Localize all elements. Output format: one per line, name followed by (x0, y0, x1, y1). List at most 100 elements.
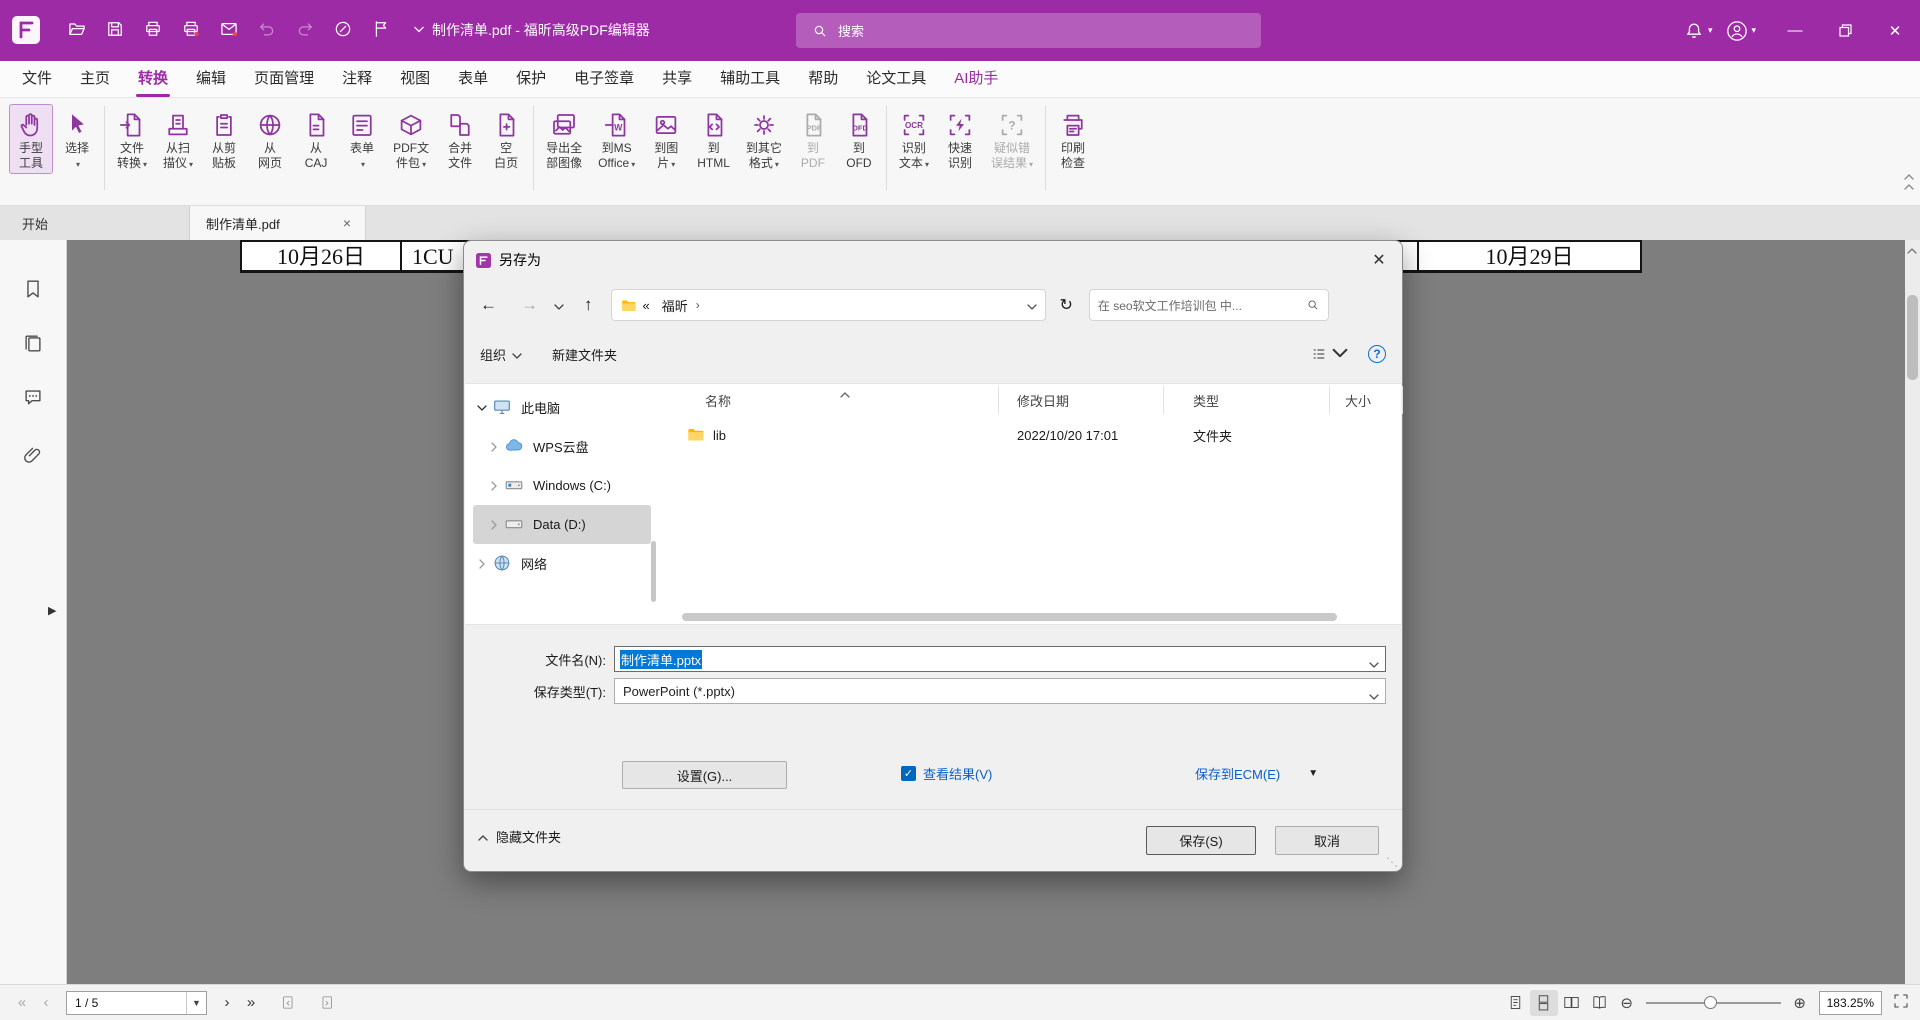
organize-button[interactable]: 组织 (480, 345, 522, 364)
bookmarks-panel-button[interactable] (0, 272, 66, 306)
fullscreen-button[interactable] (1892, 992, 1910, 1013)
ink-sign-button[interactable] (324, 13, 362, 48)
global-search-box[interactable]: 搜索 (796, 13, 1261, 48)
page-number-box[interactable]: 1 / 5 ▼ (66, 991, 207, 1015)
chevron-down-icon[interactable] (1369, 656, 1379, 671)
ribbon-export-all-images[interactable]: 导出全部图像 (539, 104, 589, 174)
menu-item-页面管理[interactable]: 页面管理 (240, 61, 328, 97)
menu-item-转换[interactable]: 转换 (124, 61, 182, 97)
ribbon-select-tool[interactable]: 选择▾ (55, 104, 99, 175)
zoom-out-button[interactable]: ⊖ (1614, 994, 1640, 1012)
filetype-select[interactable]: PowerPoint (*.pptx) (614, 678, 1386, 704)
file-row-lib[interactable]: lib2022/10/20 17:01文件夹 (662, 422, 1401, 449)
tree-item-windows-c[interactable]: Windows (C:) (473, 466, 651, 505)
pages-panel-button[interactable] (0, 326, 66, 360)
ribbon-to-ms-office[interactable]: W到MSOffice▾ (591, 104, 642, 175)
menu-item-保护[interactable]: 保护 (502, 61, 560, 97)
scrollbar-thumb[interactable] (1907, 295, 1918, 380)
menu-item-表单[interactable]: 表单 (444, 61, 502, 97)
ribbon-collapse-button[interactable] (1904, 174, 1914, 190)
single-page-view-button[interactable] (1502, 990, 1530, 1016)
menu-item-辅助工具[interactable]: 辅助工具 (706, 61, 794, 97)
menu-item-帮助[interactable]: 帮助 (794, 61, 852, 97)
ribbon-form[interactable]: 表单▾ (340, 104, 384, 175)
notifications-button[interactable]: ▾ (1683, 20, 1713, 42)
checkbox-checked-icon[interactable]: ✓ (901, 766, 916, 781)
save-button[interactable]: 保存(S) (1146, 826, 1256, 855)
zoom-in-button[interactable]: ⊕ (1787, 994, 1813, 1012)
dialog-close-button[interactable]: ✕ (1356, 241, 1402, 279)
menu-item-主页[interactable]: 主页 (66, 61, 124, 97)
forward-button[interactable]: → (521, 295, 538, 315)
tab-close-icon[interactable]: × (339, 215, 355, 231)
breadcrumb-folder[interactable]: 福昕 (662, 296, 688, 315)
new-folder-button[interactable]: 新建文件夹 (552, 345, 617, 364)
ribbon-from-clipboard[interactable]: 从剪贴板 (202, 104, 246, 174)
menu-item-文件[interactable]: 文件 (8, 61, 66, 97)
chevron-right-icon[interactable] (475, 559, 489, 569)
undo-button[interactable] (248, 13, 286, 48)
settings-button[interactable]: 设置(G)... (622, 761, 787, 789)
save-to-ecm-button[interactable]: 保存到ECM(E) ▼ (1195, 764, 1318, 783)
ribbon-recognize-text[interactable]: OCR识别文本▾ (892, 104, 936, 175)
print-button[interactable] (134, 13, 172, 48)
next-view-button[interactable] (313, 991, 339, 1015)
help-button[interactable]: ? (1368, 345, 1386, 363)
chevron-right-icon[interactable] (487, 520, 501, 530)
page-dropdown-icon[interactable]: ▼ (186, 992, 206, 1014)
column-header-大小[interactable]: 大小 (1330, 386, 1403, 414)
refresh-button[interactable]: ↻ (1060, 295, 1073, 315)
continuous-view-button[interactable] (1530, 990, 1558, 1016)
chevron-down-icon[interactable] (1369, 688, 1379, 703)
ribbon-print-check[interactable]: 印刷检查 (1051, 104, 1095, 174)
menu-item-AI助手[interactable]: AI助手 (940, 61, 1012, 97)
hscrollbar-thumb[interactable] (682, 613, 1337, 621)
redo-button[interactable] (286, 13, 324, 48)
chevron-right-icon[interactable] (487, 442, 501, 452)
email-button[interactable] (210, 13, 248, 48)
dialog-search-box[interactable]: 在 seo软文工作培训包 中... (1089, 289, 1329, 321)
resize-grip[interactable]: ⋱ (1386, 855, 1398, 869)
next-page-button[interactable]: › (215, 994, 239, 1011)
zoom-slider[interactable] (1646, 991, 1781, 1015)
document-scrollbar[interactable] (1905, 240, 1920, 984)
menu-item-注释[interactable]: 注释 (328, 61, 386, 97)
chevron-down-icon[interactable]: ▼ (1308, 768, 1318, 779)
address-bar[interactable]: « 福昕 › (611, 289, 1046, 321)
ribbon-to-image[interactable]: 到图片▾ (644, 104, 688, 175)
column-header-修改日期[interactable]: 修改日期 (999, 386, 1164, 414)
tree-scrollbar-thumb[interactable] (651, 541, 656, 602)
view-options-button[interactable] (1311, 345, 1348, 364)
breadcrumb-collapsed[interactable]: « (643, 298, 650, 313)
dialog-titlebar[interactable]: 另存为 ✕ (464, 241, 1402, 279)
file-list-hscrollbar[interactable] (662, 612, 1399, 622)
ribbon-file-convert[interactable]: 文件转换▾ (110, 104, 154, 175)
book-view-button[interactable] (1586, 990, 1614, 1016)
tab-document[interactable]: 制作清单.pdf × (190, 206, 366, 240)
zoom-level-box[interactable]: 183.25% (1819, 991, 1882, 1015)
up-button[interactable]: ↑ (584, 295, 593, 315)
ribbon-to-html[interactable]: 到HTML (690, 104, 737, 174)
ribbon-hand-tool[interactable]: 手型工具 (9, 104, 53, 174)
menu-item-编辑[interactable]: 编辑 (182, 61, 240, 97)
menu-item-视图[interactable]: 视图 (386, 61, 444, 97)
ribbon-to-other-format[interactable]: 到其它格式▾ (739, 104, 789, 175)
first-page-button[interactable]: « (10, 994, 34, 1011)
filename-input[interactable]: 制作清单.pptx (614, 646, 1386, 672)
column-header-类型[interactable]: 类型 (1164, 386, 1330, 414)
tree-item-wps-cloud[interactable]: WPS云盘 (473, 427, 651, 466)
tree-item-data-d[interactable]: Data (D:) (473, 505, 651, 544)
whats-new-button[interactable] (362, 13, 400, 48)
ribbon-from-caj[interactable]: 从CAJ (294, 104, 338, 174)
facing-view-button[interactable] (1558, 990, 1586, 1016)
chevron-right-icon[interactable] (487, 481, 501, 491)
close-button[interactable]: ✕ (1870, 0, 1920, 61)
hide-folders-button[interactable]: 隐藏文件夹 (478, 827, 561, 846)
tree-item-this-pc[interactable]: 此电脑 (473, 388, 651, 427)
ribbon-pdf-portfolio[interactable]: PDF文件包▾ (386, 104, 436, 175)
ribbon-from-scanner[interactable]: 从扫描仪▾ (156, 104, 200, 175)
comments-panel-button[interactable] (0, 380, 66, 414)
menu-item-共享[interactable]: 共享 (648, 61, 706, 97)
restore-button[interactable] (1820, 0, 1870, 61)
zoom-slider-thumb[interactable] (1704, 996, 1717, 1009)
